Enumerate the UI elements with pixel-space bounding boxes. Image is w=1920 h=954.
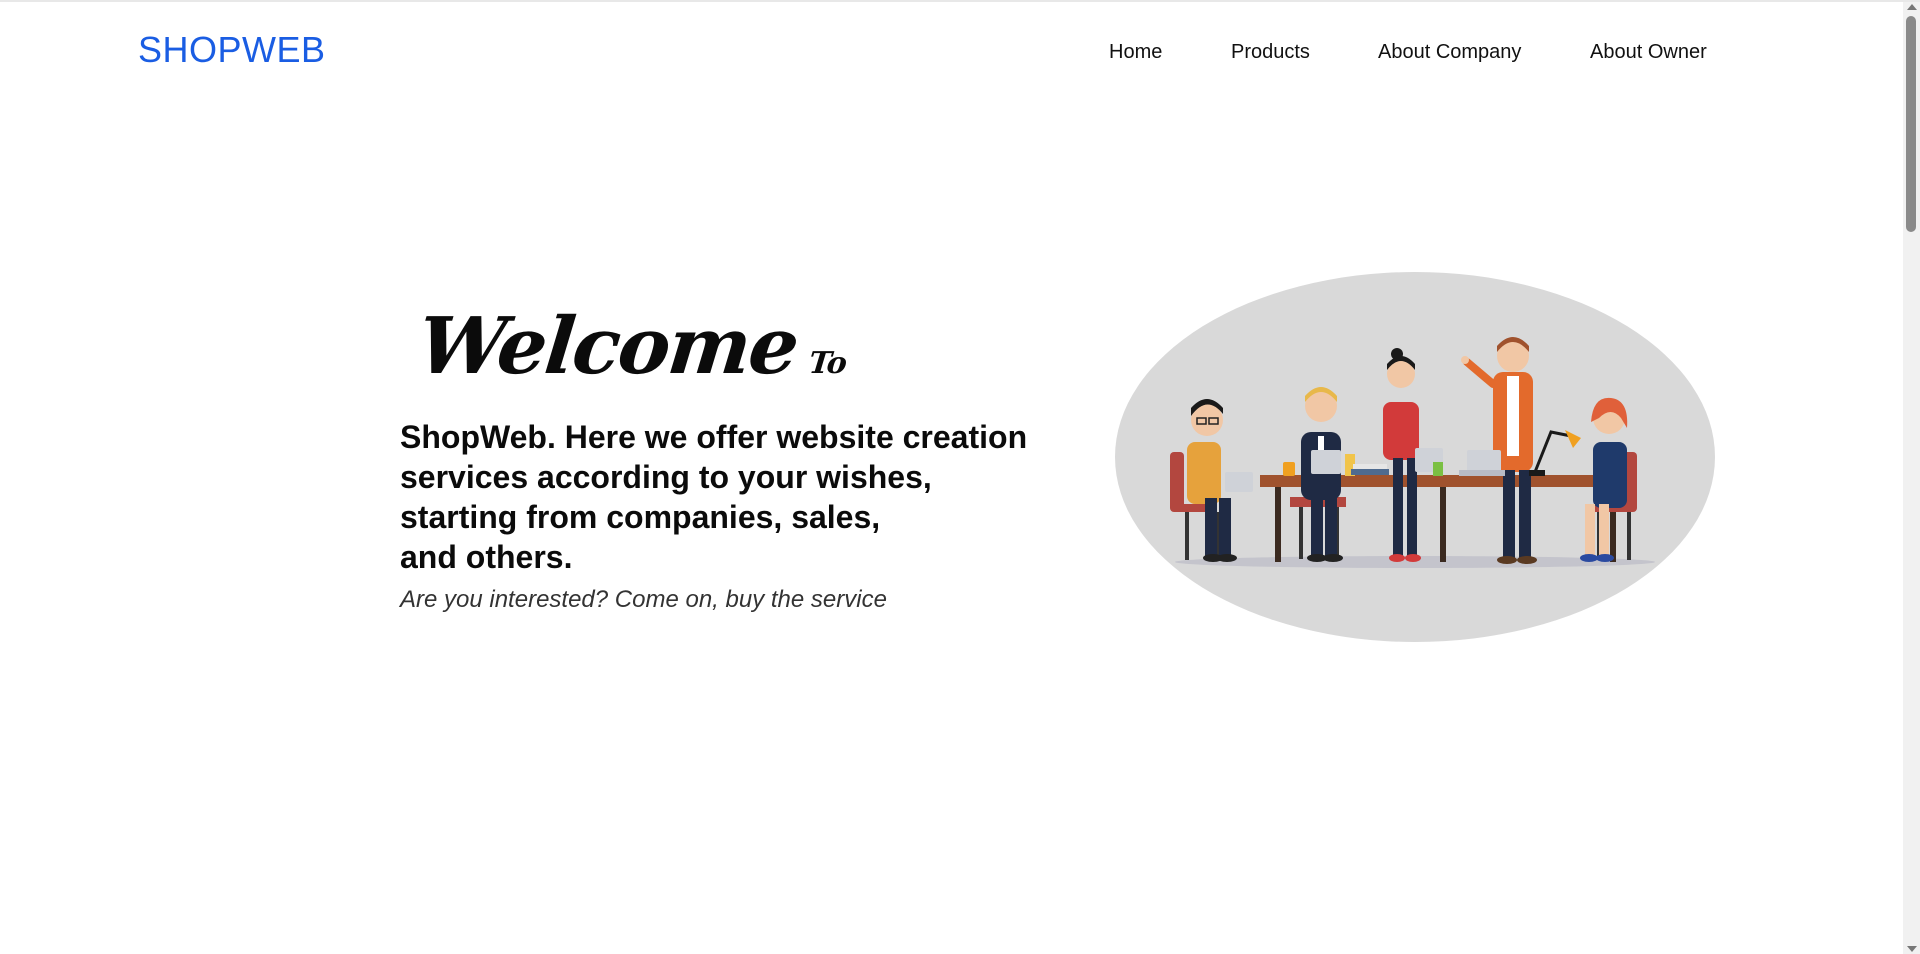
page: SHOPWEB Home Products About Company Abou… <box>0 0 1920 954</box>
vertical-scrollbar[interactable] <box>1903 2 1920 954</box>
nav-link-about-company[interactable]: About Company <box>1378 40 1521 64</box>
nav-link-about-owner[interactable]: About Owner <box>1590 40 1707 64</box>
navbar: SHOPWEB Home Products About Company Abou… <box>0 2 1900 102</box>
welcome-to-word: To <box>807 346 848 381</box>
nav-link-home[interactable]: Home <box>1109 40 1162 64</box>
welcome-word: Welcome <box>413 301 802 392</box>
welcome-heading: Welcome To <box>400 301 1091 409</box>
scroll-up-arrow-icon[interactable] <box>1907 4 1917 10</box>
hero-subline: Are you interested? Come on, buy the ser… <box>400 586 887 613</box>
hero-headline: ShopWeb. Here we offer website creation … <box>400 419 1028 575</box>
nav-link-products[interactable]: Products <box>1231 40 1310 64</box>
scrollbar-thumb[interactable] <box>1906 16 1916 232</box>
team-meeting-illustration <box>1115 272 1715 642</box>
brand-logo-link[interactable]: SHOPWEB <box>138 30 326 70</box>
scroll-down-arrow-icon[interactable] <box>1907 946 1917 952</box>
hero-section: Welcome To ShopWeb. Here we offer website… <box>400 301 1080 615</box>
